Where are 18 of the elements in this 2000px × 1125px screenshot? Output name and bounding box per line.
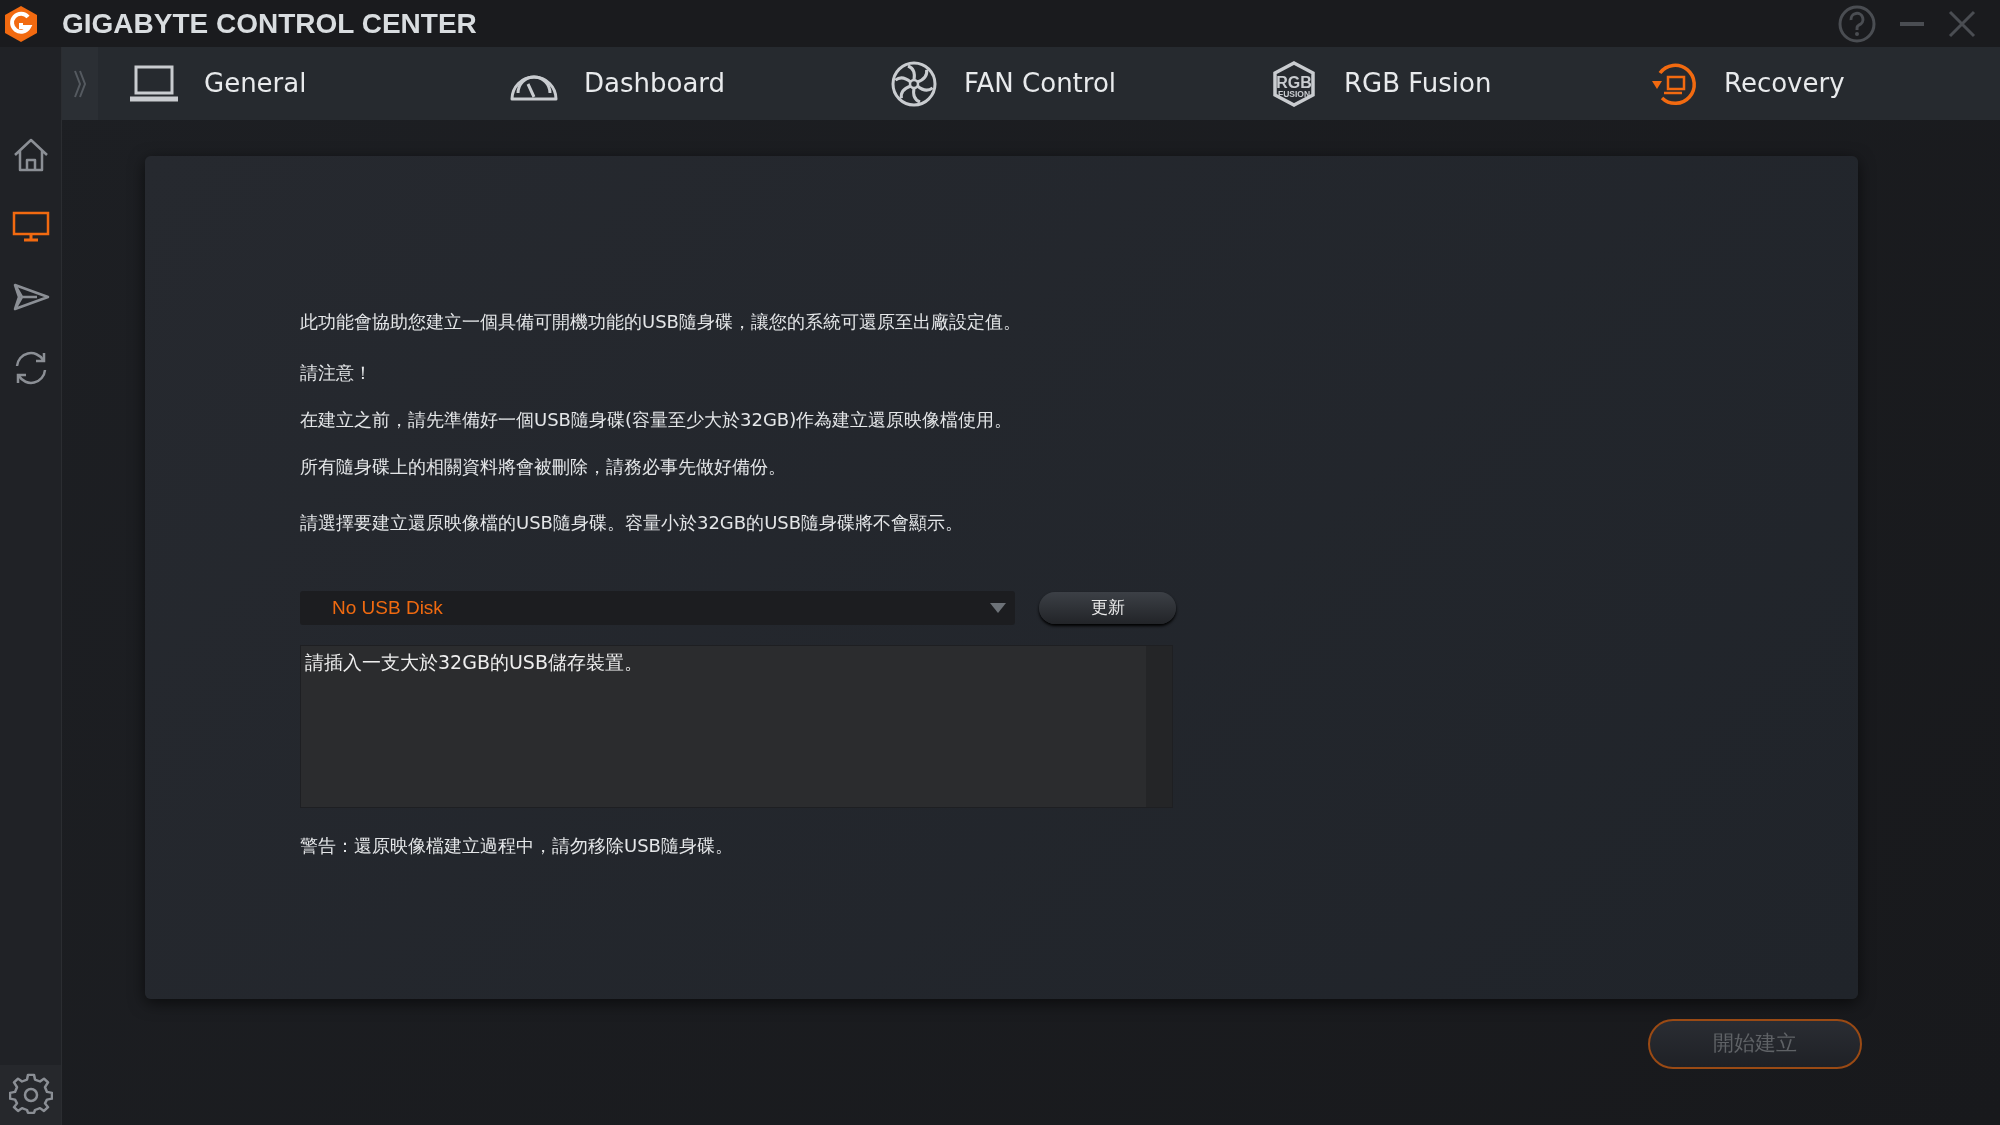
tab[interactable]: Recovery [1618, 47, 1998, 120]
warning-text: 警告：還原映像檔建立過程中，請勿移除USB隨身碟。 [300, 834, 734, 858]
tab[interactable]: Dashboard [478, 47, 858, 120]
logo-icon [4, 4, 38, 43]
paragraph-text: 在建立之前，請先準備好一個USB隨身碟(容量至少大於32GB)作為建立還原映像檔使用。 [300, 408, 1014, 432]
dropdown-caret-icon [989, 602, 1007, 614]
tab[interactable]: FAN Control [858, 47, 1238, 120]
select-prompt-text: 請選擇要建立還原映像檔的USB隨身碟。容量小於32GB的USB隨身碟將不會顯示。 [300, 511, 965, 535]
tab[interactable]: General [98, 47, 478, 120]
paragraph-text: 所有隨身碟上的相關資料將會被刪除，請務必事先做好備份。 [300, 455, 787, 479]
settings-icon[interactable] [8, 1073, 53, 1117]
paragraph-text: 此功能會協助您建立一個具備可開機功能的USB隨身碟，讓您的系統可還原至出廠設定值。 [300, 310, 1022, 334]
paragraph-text: 請注意！ [300, 361, 373, 385]
usb-dropdown[interactable]: No USB Disk [300, 591, 1015, 625]
refresh-button[interactable]: 更新 [1039, 592, 1176, 624]
tab[interactable]: RGB FUSION RGB Fusion [1238, 47, 1618, 120]
message-text: 請插入一支大於32GB的USB儲存裝置。 [304, 650, 644, 675]
window-title: GIGABYTE CONTROL CENTER [62, 6, 477, 41]
